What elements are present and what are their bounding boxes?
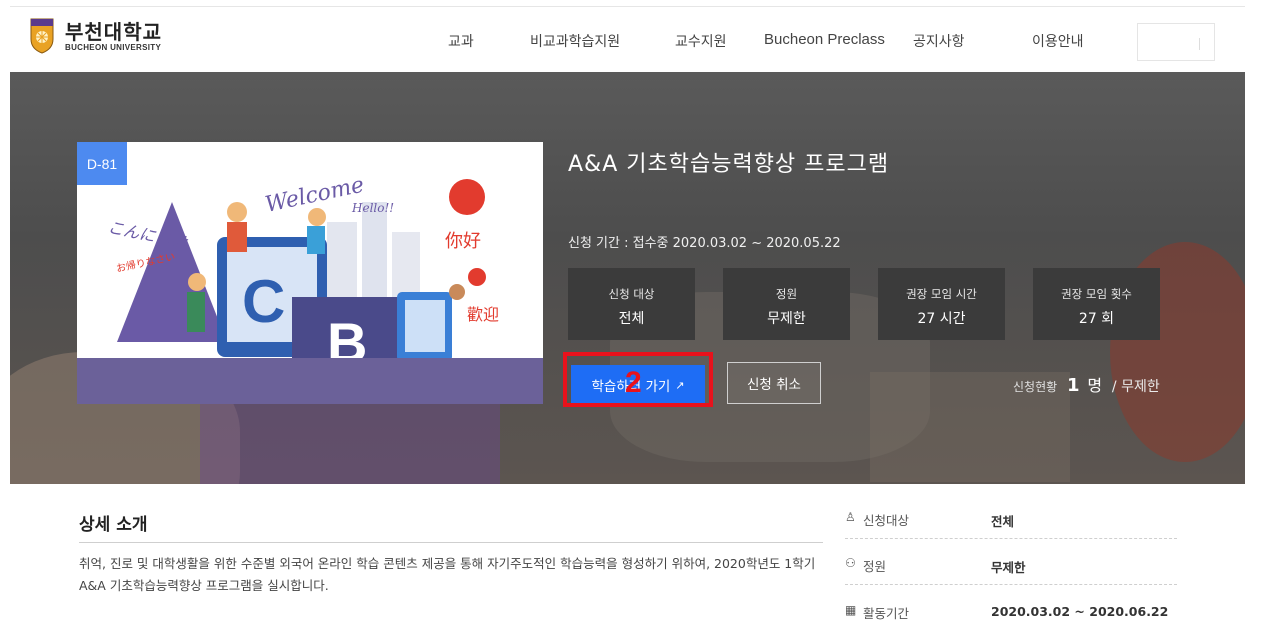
status-label: 신청현황 <box>1013 380 1058 394</box>
logo-english-name: BUCHEON UNIVERSITY <box>65 42 162 52</box>
info-row-target: ♙ 신청대상 전체 <box>845 510 1177 539</box>
svg-text:你好: 你好 <box>445 231 481 252</box>
stat-capacity: 정원 무제한 <box>723 268 850 340</box>
site-header: 부천대학교 BUCHEON UNIVERSITY 교과 비교과학습지원 교수지원… <box>10 6 1245 73</box>
calendar-icon: ▦ <box>845 603 857 617</box>
stat-meeting-hours: 권장 모임 시간 27 시간 <box>878 268 1005 340</box>
detail-description: 취억, 진로 및 대학생활을 위한 수준별 외국어 온라인 학습 콘텐츠 제공을… <box>79 556 816 593</box>
program-hero: C B こんにちは Welcome Hello!! 你好 お帰りなさい 歡迎 D… <box>10 72 1245 484</box>
stat-target: 신청 대상 전체 <box>568 268 695 340</box>
stat-value: 전체 <box>618 311 645 327</box>
info-row-capacity: ⚇ 정원 무제한 <box>845 556 1177 585</box>
status-count: 1 <box>1067 375 1080 396</box>
cancel-application-button[interactable]: 신청 취소 <box>727 362 821 404</box>
info-value: 2020.03.02 ~ 2020.06.22 <box>991 604 1169 619</box>
svg-text:歡迎: 歡迎 <box>467 305 499 324</box>
info-value: 전체 <box>991 514 1015 529</box>
svg-text:C: C <box>242 268 285 335</box>
stat-value: 무제한 <box>767 311 806 327</box>
stat-value: 27 회 <box>1078 311 1115 327</box>
info-row-period: ▦ 활동기간 2020.03.02 ~ 2020.06.22 <box>845 603 1177 631</box>
stat-label: 신청 대상 <box>608 287 655 301</box>
annotation-number: 2 <box>625 366 642 399</box>
info-key: 정원 <box>863 559 887 574</box>
detail-heading: 상세 소개 <box>79 515 148 535</box>
stat-label: 정원 <box>775 287 798 301</box>
stat-label: 권장 모임 횟수 <box>1061 287 1132 301</box>
stat-meeting-count: 권장 모임 횟수 27 회 <box>1033 268 1160 340</box>
university-logo[interactable]: 부천대학교 BUCHEON UNIVERSITY <box>29 17 162 55</box>
info-value: 무제한 <box>991 560 1026 575</box>
people-icon: ⚇ <box>845 556 856 570</box>
status-unit: 명 <box>1087 376 1103 395</box>
thumbnail-footer-band <box>77 358 543 404</box>
logo-korean-name: 부천대학교 <box>65 19 162 44</box>
info-key: 신청대상 <box>863 513 910 528</box>
stat-label: 권장 모임 시간 <box>906 287 977 301</box>
info-key: 활동기간 <box>863 606 910 621</box>
application-status: 신청현황 1 명 / 무제한 <box>1013 372 1160 396</box>
nav-item-preclass[interactable]: Bucheon Preclass <box>764 31 885 48</box>
university-emblem-icon <box>30 18 54 54</box>
nav-item-guide[interactable]: 이용안내 <box>1032 31 1084 51</box>
svg-text:Hello!!: Hello!! <box>351 201 394 215</box>
program-title: A&A 기초학습능력향상 프로그램 <box>568 152 890 177</box>
application-period: 신청 기간 : 접수중 2020.03.02 ~ 2020.05.22 <box>568 236 841 251</box>
nav-item-faculty-support[interactable]: 교수지원 <box>675 31 727 51</box>
stat-value: 27 시간 <box>917 311 966 327</box>
hero-background-shape <box>200 392 500 484</box>
program-thumbnail: C B こんにちは Welcome Hello!! 你好 お帰りなさい 歡迎 D… <box>77 142 543 404</box>
detail-divider <box>79 542 823 543</box>
login-area[interactable] <box>1137 23 1215 61</box>
nav-item-extracurricular[interactable]: 비교과학습지원 <box>530 31 620 51</box>
nav-item-curriculum[interactable]: 교과 <box>448 31 474 51</box>
person-icon: ♙ <box>845 510 856 524</box>
status-capacity: / 무제한 <box>1111 379 1160 395</box>
dday-badge: D-81 <box>77 142 127 185</box>
nav-item-notices[interactable]: 공지사항 <box>913 31 965 51</box>
